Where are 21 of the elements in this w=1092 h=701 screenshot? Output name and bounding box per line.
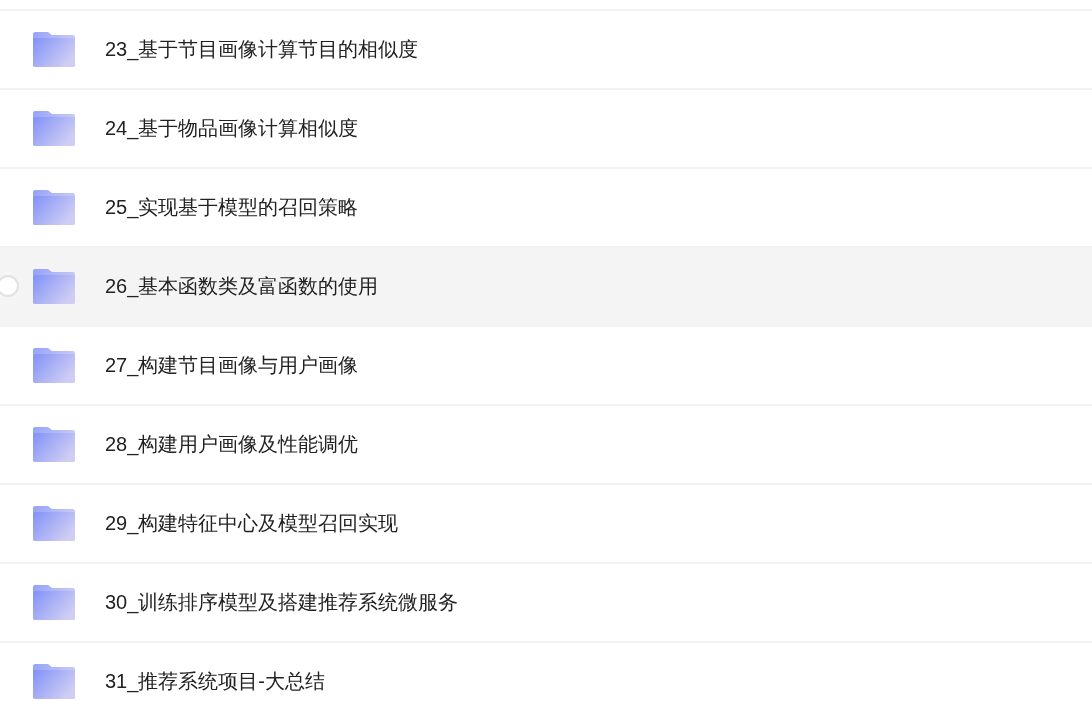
folder-name: 24_基于物品画像计算相似度 (105, 116, 359, 142)
folder-icon (33, 32, 75, 67)
folder-row[interactable]: 31_推荐系统项目-大总结 (0, 641, 1092, 701)
folder-icon (33, 190, 75, 225)
folder-icon (33, 348, 75, 383)
folder-name: 28_构建用户画像及性能调优 (105, 432, 359, 458)
folder-icon (33, 111, 75, 146)
select-checkbox[interactable] (0, 275, 19, 297)
folder-icon (33, 585, 75, 620)
folder-row[interactable]: 26_基本函数类及富函数的使用 (0, 246, 1092, 325)
folder-name: 30_训练排序模型及搭建推荐系统微服务 (105, 590, 459, 616)
folder-name: 27_构建节目画像与用户画像 (105, 353, 359, 379)
folder-icon (33, 506, 75, 541)
folder-name: 31_推荐系统项目-大总结 (105, 669, 326, 695)
folder-name: 26_基本函数类及富函数的使用 (105, 274, 379, 300)
folder-name: 25_实现基于模型的召回策略 (105, 195, 359, 221)
folder-icon (33, 664, 75, 699)
folder-icon (33, 427, 75, 462)
folder-icon (33, 269, 75, 304)
folder-name: 23_基于节目画像计算节目的相似度 (105, 37, 419, 63)
folder-name: 29_构建特征中心及模型召回实现 (105, 511, 399, 537)
